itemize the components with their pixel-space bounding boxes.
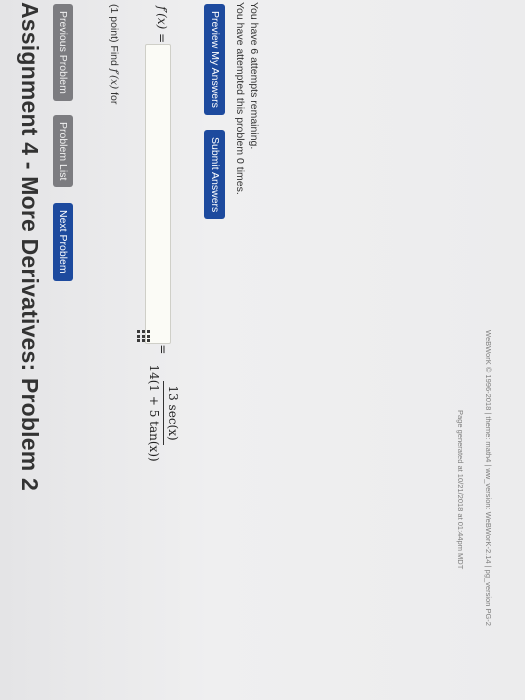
fraction: 13 sec(x) 14(1 + 5 tan(x)) <box>147 360 180 465</box>
photo-frame: Assignment 4 - More Derivatives: Problem… <box>0 0 525 700</box>
problem-page: Assignment 4 - More Derivatives: Problem… <box>0 0 525 700</box>
fraction-denominator: 14(1 + 5 tan(x)) <box>147 364 161 462</box>
answer-input[interactable] <box>145 44 171 344</box>
attempted-message: You have attempted this problem 0 times. <box>234 2 246 195</box>
keypad-grid-icon[interactable] <box>136 330 150 344</box>
answer-label: f′(x) = <box>155 6 169 44</box>
previous-problem-button[interactable]: Previous Problem <box>53 4 73 101</box>
next-problem-button[interactable]: Next Problem <box>53 203 73 281</box>
page-generated-footer: Page generated at 10/21/2018 at 01:44pm … <box>456 410 465 570</box>
prompt-suffix: for <box>108 89 120 105</box>
prompt-prefix: (1 point) Find <box>108 4 120 69</box>
preview-answers-button[interactable]: Preview My Answers <box>204 4 225 115</box>
copyright-footer: WeBWorK © 1996-2018 | theme: math4 | ww_… <box>484 330 493 626</box>
remaining-message: You have 6 attempts remaining. <box>248 2 260 150</box>
prompt-math: f′(x) <box>108 68 120 90</box>
problem-list-button[interactable]: Problem List <box>53 115 73 188</box>
problem-prompt: (1 point) Find f′(x) for <box>108 4 120 104</box>
page-title: Assignment 4 - More Derivatives: Problem… <box>17 2 43 491</box>
fraction-numerator: 13 sec(x) <box>163 381 180 445</box>
submit-answers-button[interactable]: Submit Answers <box>204 130 225 220</box>
